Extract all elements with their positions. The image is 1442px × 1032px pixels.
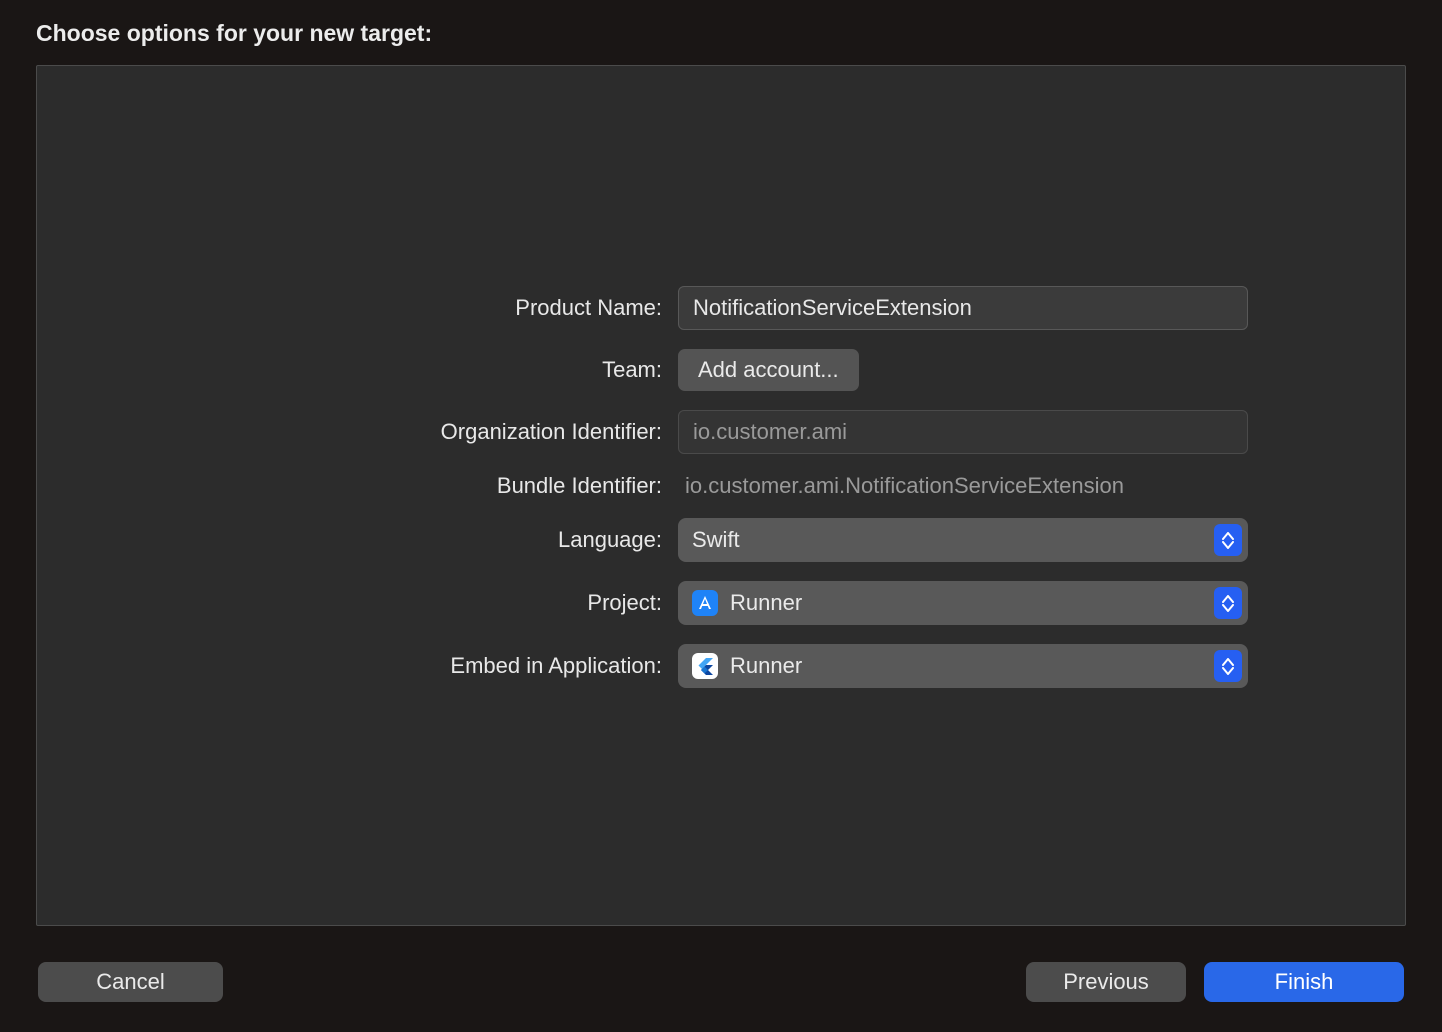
org-id-label: Organization Identifier: (194, 419, 662, 445)
embed-value: Runner (730, 653, 802, 679)
language-row: Language: Swift (194, 518, 1248, 562)
finish-button[interactable]: Finish (1204, 962, 1404, 1002)
team-label: Team: (194, 357, 662, 383)
language-label: Language: (194, 527, 662, 553)
cancel-button[interactable]: Cancel (38, 962, 223, 1002)
embed-select[interactable]: Runner (678, 644, 1248, 688)
product-name-field[interactable] (678, 286, 1248, 330)
language-value: Swift (692, 527, 740, 553)
team-row: Team: Add account... (194, 349, 1248, 391)
project-row: Project: Runner (194, 581, 1248, 625)
button-bar: Cancel Previous Finish (36, 962, 1406, 1002)
org-id-field[interactable] (678, 410, 1248, 454)
embed-label: Embed in Application: (194, 653, 662, 679)
previous-button[interactable]: Previous (1026, 962, 1186, 1002)
language-select[interactable]: Swift (678, 518, 1248, 562)
add-account-button[interactable]: Add account... (678, 349, 859, 391)
embed-row: Embed in Application: Runner (194, 644, 1248, 688)
xcode-project-icon (692, 590, 718, 616)
org-id-row: Organization Identifier: (194, 410, 1248, 454)
flutter-app-icon (692, 653, 718, 679)
form-panel: Product Name: Team: Add account... Organ… (36, 65, 1406, 926)
product-name-label: Product Name: (194, 295, 662, 321)
updown-arrows-icon (1214, 524, 1242, 556)
updown-arrows-icon (1214, 650, 1242, 682)
project-label: Project: (194, 590, 662, 616)
updown-arrows-icon (1214, 587, 1242, 619)
bundle-id-value: io.customer.ami.NotificationServiceExten… (678, 473, 1124, 499)
dialog-title: Choose options for your new target: (36, 20, 1406, 47)
product-name-row: Product Name: (194, 286, 1248, 330)
project-value: Runner (730, 590, 802, 616)
bundle-id-label: Bundle Identifier: (194, 473, 662, 499)
project-select[interactable]: Runner (678, 581, 1248, 625)
bundle-id-row: Bundle Identifier: io.customer.ami.Notif… (194, 473, 1248, 499)
